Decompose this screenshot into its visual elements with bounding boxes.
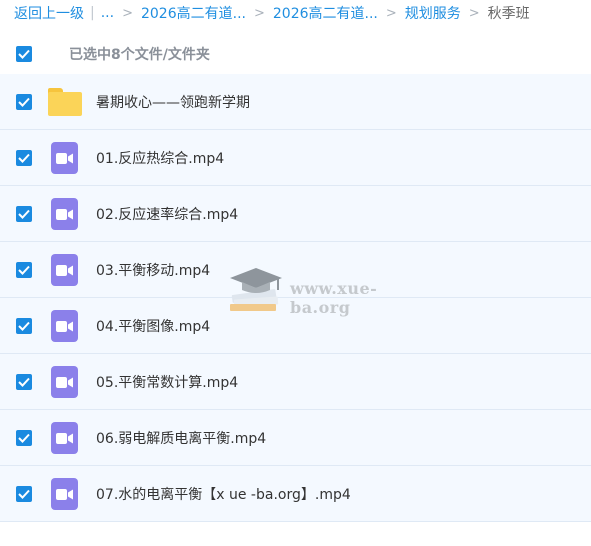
check-icon — [18, 265, 30, 275]
breadcrumb: 返回上一级 | ... > 2026高二有道... > 2026高二有道... … — [14, 0, 530, 26]
file-name[interactable]: 04.平衡图像.mp4 — [96, 298, 210, 354]
chevron-right-icon: > — [122, 5, 133, 21]
breadcrumb-divider: | — [90, 5, 95, 21]
video-file-icon — [48, 422, 82, 454]
list-item[interactable]: 暑期收心——领跑新学期 — [0, 74, 591, 130]
breadcrumb-current: 秋季班 — [487, 6, 530, 22]
check-icon — [18, 433, 30, 443]
chevron-right-icon: > — [385, 5, 397, 21]
file-name[interactable]: 07.水的电离平衡【x ue -ba.org】.mp4 — [96, 466, 351, 522]
selection-summary: 已选中8个文件/文件夹 — [69, 47, 210, 63]
check-icon — [18, 97, 30, 107]
check-icon — [18, 49, 30, 59]
video-file-icon — [48, 366, 82, 398]
video-file-icon — [48, 310, 82, 342]
file-name[interactable]: 05.平衡常数计算.mp4 — [96, 354, 238, 410]
select-all-checkbox[interactable] — [16, 46, 32, 62]
row-checkbox[interactable] — [16, 318, 32, 334]
video-file-icon — [48, 198, 82, 230]
check-icon — [18, 209, 30, 219]
video-file-icon — [48, 254, 82, 286]
check-icon — [18, 153, 30, 163]
check-icon — [18, 489, 30, 499]
list-item[interactable]: 02.反应速率综合.mp4 — [0, 186, 591, 242]
list-item[interactable]: 07.水的电离平衡【x ue -ba.org】.mp4 — [0, 466, 591, 522]
file-browser: 返回上一级 | ... > 2026高二有道... > 2026高二有道... … — [0, 0, 591, 546]
list-item[interactable]: 03.平衡移动.mp4 — [0, 242, 591, 298]
row-checkbox[interactable] — [16, 486, 32, 502]
check-icon — [18, 377, 30, 387]
list-item[interactable]: 04.平衡图像.mp4 — [0, 298, 591, 354]
video-file-icon — [48, 142, 82, 174]
folder-icon — [48, 86, 82, 118]
row-checkbox[interactable] — [16, 206, 32, 222]
file-name[interactable]: 01.反应热综合.mp4 — [96, 130, 224, 186]
list-item[interactable]: 01.反应热综合.mp4 — [0, 130, 591, 186]
back-link[interactable]: 返回上一级 — [14, 3, 84, 23]
file-name[interactable]: 02.反应速率综合.mp4 — [96, 186, 238, 242]
row-checkbox[interactable] — [16, 262, 32, 278]
row-checkbox[interactable] — [16, 374, 32, 390]
video-file-icon — [48, 478, 82, 510]
breadcrumb-item[interactable]: 2026高二有道... — [141, 3, 246, 23]
breadcrumb-item[interactable]: 规划服务 — [405, 3, 461, 23]
file-name[interactable]: 03.平衡移动.mp4 — [96, 242, 210, 298]
chevron-right-icon: > — [468, 5, 480, 21]
file-list: 暑期收心——领跑新学期 01.反应热综合.mp4 02.反应速率综合.mp4 0… — [0, 74, 591, 522]
check-icon — [18, 321, 30, 331]
breadcrumb-item[interactable]: 2026高二有道... — [273, 3, 378, 23]
file-name[interactable]: 暑期收心——领跑新学期 — [96, 74, 250, 130]
row-checkbox[interactable] — [16, 430, 32, 446]
row-checkbox[interactable] — [16, 94, 32, 110]
breadcrumb-ellipsis[interactable]: ... — [101, 5, 114, 21]
file-name[interactable]: 06.弱电解质电离平衡.mp4 — [96, 410, 266, 466]
list-item[interactable]: 05.平衡常数计算.mp4 — [0, 354, 591, 410]
select-all-row: 已选中8个文件/文件夹 — [16, 44, 210, 64]
chevron-right-icon: > — [253, 5, 265, 21]
list-item[interactable]: 06.弱电解质电离平衡.mp4 — [0, 410, 591, 466]
row-checkbox[interactable] — [16, 150, 32, 166]
